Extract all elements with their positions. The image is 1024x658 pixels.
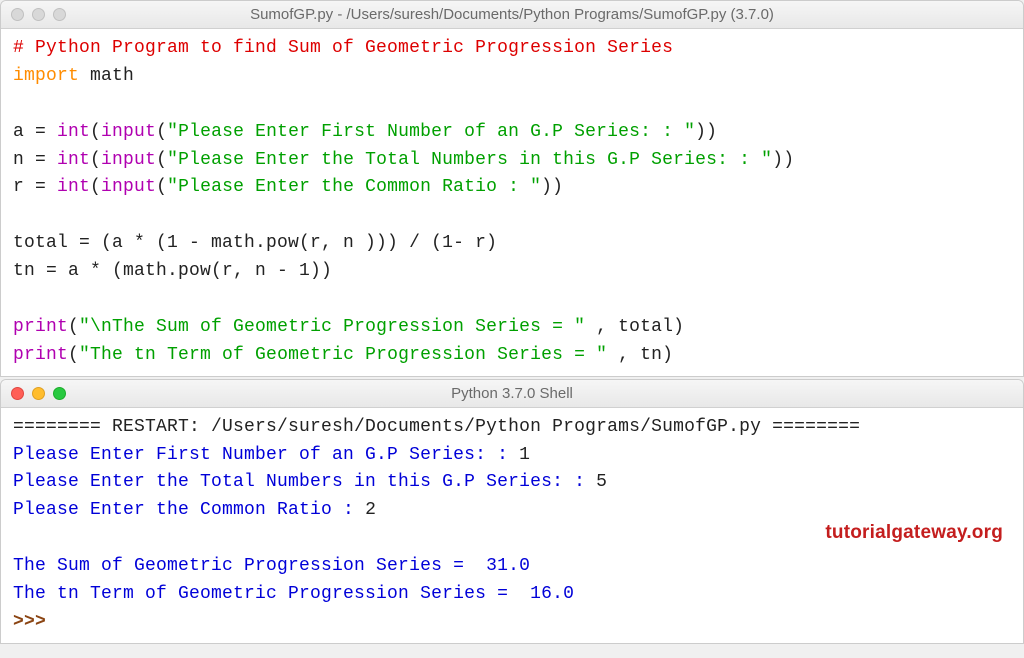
editor-window: SumofGP.py - /Users/suresh/Documents/Pyt…	[0, 0, 1024, 377]
code-text: a =	[13, 122, 57, 142]
shell-content[interactable]: ======== RESTART: /Users/suresh/Document…	[1, 408, 1023, 643]
shell-prompt-cursor: >>>	[13, 612, 57, 632]
shell-window: Python 3.7.0 Shell ======== RESTART: /Us…	[0, 379, 1024, 644]
shell-prompt-text: Please Enter the Common Ratio :	[13, 500, 365, 520]
builtin-print: print	[13, 317, 68, 337]
editor-traffic-lights	[11, 8, 66, 21]
builtin-int: int	[57, 177, 90, 197]
restart-line: ======== RESTART: /Users/suresh/Document…	[13, 417, 860, 437]
user-input: 2	[365, 500, 376, 520]
code-line: total = (a * (1 - math.pow(r, n ))) / (1…	[13, 233, 497, 253]
user-input: 5	[596, 472, 607, 492]
builtin-print: print	[13, 345, 68, 365]
import-module: math	[79, 66, 134, 86]
string-literal: "Please Enter the Total Numbers in this …	[167, 150, 772, 170]
shell-prompt-text: Please Enter First Number of an G.P Seri…	[13, 445, 519, 465]
code-text: (	[68, 317, 79, 337]
code-text: , tn)	[607, 345, 673, 365]
shell-prompt-text: Please Enter the Total Numbers in this G…	[13, 472, 596, 492]
code-text: (	[90, 150, 101, 170]
code-text: ))	[541, 177, 563, 197]
builtin-input: input	[101, 177, 156, 197]
code-text: , total)	[585, 317, 684, 337]
shell-titlebar: Python 3.7.0 Shell	[1, 380, 1023, 408]
code-text: (	[156, 122, 167, 142]
code-text: (	[90, 122, 101, 142]
string-literal: "The tn Term of Geometric Progression Se…	[79, 345, 607, 365]
close-icon[interactable]	[11, 387, 24, 400]
code-line: tn = a * (math.pow(r, n - 1))	[13, 261, 332, 281]
string-literal: "\nThe Sum of Geometric Progression Seri…	[79, 317, 585, 337]
import-keyword: import	[13, 66, 79, 86]
code-text: (	[156, 150, 167, 170]
editor-titlebar: SumofGP.py - /Users/suresh/Documents/Pyt…	[1, 1, 1023, 29]
string-literal: "Please Enter the Common Ratio : "	[167, 177, 541, 197]
user-input: 1	[519, 445, 530, 465]
code-text: ))	[695, 122, 717, 142]
minimize-icon[interactable]	[32, 8, 45, 21]
code-text: n =	[13, 150, 57, 170]
builtin-input: input	[101, 122, 156, 142]
builtin-input: input	[101, 150, 156, 170]
maximize-icon[interactable]	[53, 387, 66, 400]
watermark-text: tutorialgateway.org	[825, 518, 1003, 547]
code-text: (	[156, 177, 167, 197]
builtin-int: int	[57, 122, 90, 142]
editor-title: SumofGP.py - /Users/suresh/Documents/Pyt…	[11, 6, 1013, 23]
shell-traffic-lights	[11, 387, 66, 400]
code-comment: # Python Program to find Sum of Geometri…	[13, 38, 673, 58]
code-text: r =	[13, 177, 57, 197]
builtin-int: int	[57, 150, 90, 170]
string-literal: "Please Enter First Number of an G.P Ser…	[167, 122, 695, 142]
shell-title: Python 3.7.0 Shell	[11, 385, 1013, 402]
editor-content[interactable]: # Python Program to find Sum of Geometri…	[1, 29, 1023, 376]
code-text: (	[68, 345, 79, 365]
code-text: (	[90, 177, 101, 197]
code-text: ))	[772, 150, 794, 170]
close-icon[interactable]	[11, 8, 24, 21]
minimize-icon[interactable]	[32, 387, 45, 400]
shell-output: The tn Term of Geometric Progression Ser…	[13, 584, 574, 604]
shell-output: The Sum of Geometric Progression Series …	[13, 556, 530, 576]
maximize-icon[interactable]	[53, 8, 66, 21]
